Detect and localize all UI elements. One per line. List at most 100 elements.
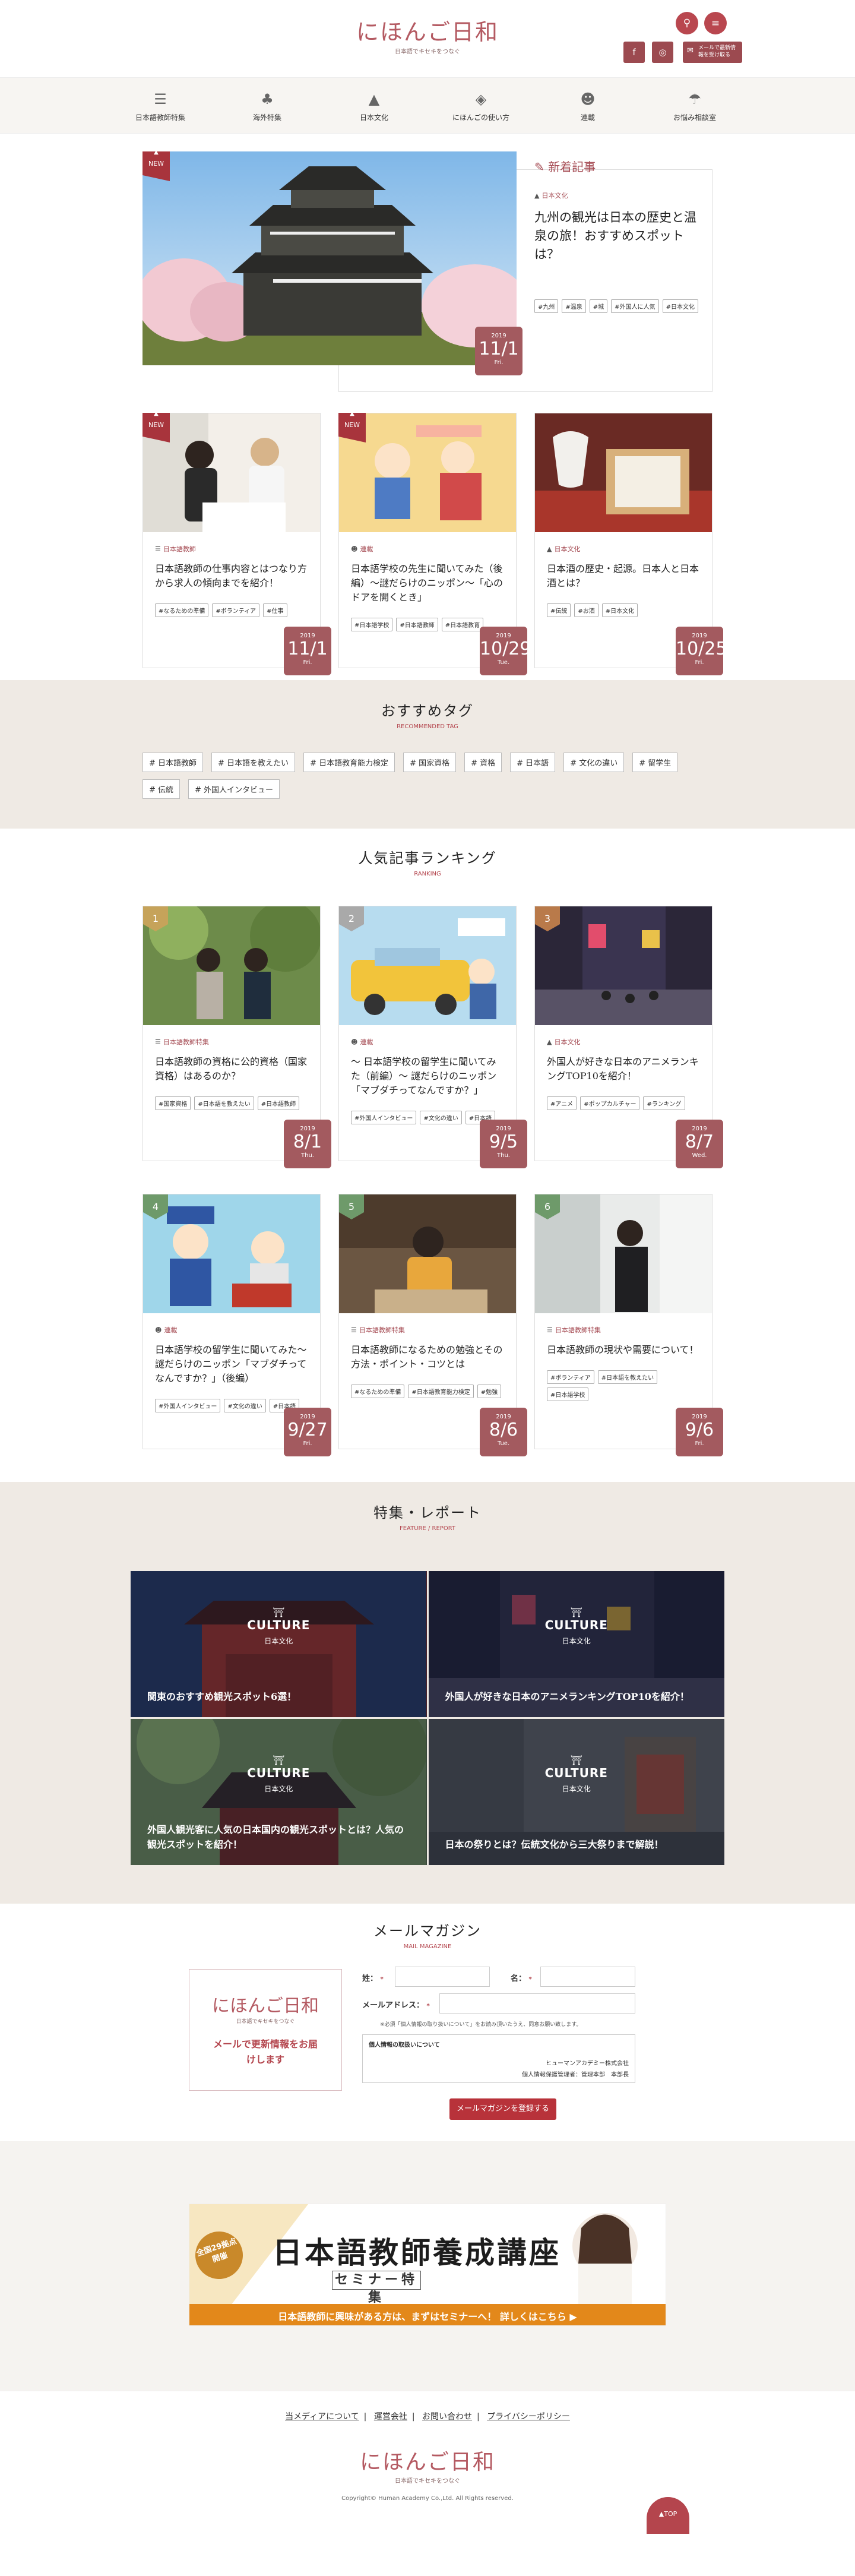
tag[interactable]: #日本語を教えたい: [597, 1370, 658, 1384]
tag[interactable]: #日本語学校: [351, 618, 393, 631]
recommended-tag[interactable]: # 国家資格: [403, 753, 457, 772]
recommended-tag[interactable]: # 日本語を教えたい: [211, 753, 296, 772]
feature-title[interactable]: 日本の祭りとは？伝統文化から三大祭りまで解説！: [445, 1837, 711, 1852]
tag[interactable]: #九州: [534, 299, 559, 313]
books-icon: ☰: [155, 545, 161, 553]
tag[interactable]: #日本文化: [601, 603, 638, 617]
banner-cta[interactable]: 日本語教師に興味がある方は、まずはセミナーへ！ 詳しくはこちら ▶: [189, 2309, 666, 2323]
recommended-tag[interactable]: # 日本語: [510, 753, 556, 772]
feature-title[interactable]: 関東のおすすめ観光スポット6選！: [147, 1689, 413, 1704]
tag[interactable]: #外国人に人気: [611, 299, 659, 313]
first-name-field[interactable]: [540, 1967, 635, 1987]
article-title[interactable]: 外国人が好きな日本のアニメランキングTOP10を紹介！: [547, 1055, 700, 1083]
tag[interactable]: #日本語教育: [441, 618, 484, 631]
feature-title[interactable]: 外国人観光客に人気の日本国内の観光スポットとは？人気の観光スポットを紹介！: [147, 1822, 413, 1852]
instagram-icon[interactable]: ◎: [652, 42, 673, 63]
tag[interactable]: #外国人インタビュー: [351, 1111, 417, 1124]
section-subtitle: RECOMMENDED TAG: [397, 723, 458, 730]
tag[interactable]: #文化の違い: [224, 1399, 266, 1412]
featured-title[interactable]: 九州の観光は日本の歴史と温泉の旅！おすすめスポットは？: [534, 208, 701, 264]
books-icon: ☰: [155, 1038, 161, 1046]
nav-item-teacher[interactable]: ☰ 日本語教師特集: [107, 78, 214, 133]
recommended-tag[interactable]: # 伝統: [142, 779, 180, 799]
article-title[interactable]: 日本語教師になるための勉強とその方法・ポイント・コツとは: [351, 1343, 504, 1371]
tag[interactable]: #国家資格: [155, 1096, 191, 1110]
tag[interactable]: #外国人インタビュー: [155, 1399, 221, 1412]
nav-item-series[interactable]: ☻ 連載: [534, 78, 641, 133]
footer-link-about[interactable]: 当メディアについて: [285, 2412, 359, 2422]
article-title[interactable]: 日本語学校の先生に聞いてみた（後編）〜謎だらけのニッポン〜「心のドアを開くとき」: [351, 562, 504, 605]
svg-text:1: 1: [153, 913, 159, 924]
tag[interactable]: #日本語教師: [257, 1096, 300, 1110]
article-title[interactable]: 日本語教師の仕事内容とはつなり方から求人の傾向までを紹介！: [155, 562, 308, 590]
tag[interactable]: #アニメ: [547, 1096, 577, 1110]
mail-submit-button[interactable]: メールマガジンを登録する: [449, 2098, 556, 2120]
menu-icon[interactable]: ≡: [704, 12, 727, 34]
tag[interactable]: #お酒: [574, 603, 598, 617]
date-badge: 2019 11/1 Fri.: [475, 327, 522, 375]
recommended-tag[interactable]: # 資格: [464, 753, 502, 772]
tag[interactable]: #勉強: [477, 1385, 502, 1398]
recommended-tag[interactable]: # 外国人インタビュー: [188, 779, 280, 799]
feature-title[interactable]: 外国人が好きな日本のアニメランキングTOP10を紹介！: [445, 1689, 711, 1704]
privacy-textarea[interactable]: 個人情報の取扱いについて ヒューマンアカデミー株式会社 個人情報保護管理者：管理…: [362, 2034, 635, 2083]
article-category: ☰ 日本語教師特集: [547, 1326, 601, 1334]
date-badge: 2019 10/29 Tue.: [480, 627, 531, 675]
mail-subscribe-button[interactable]: ✉ メールで最新情報を受け取る: [683, 42, 742, 63]
article-category: ☰ 日本語教師: [155, 545, 196, 553]
tag[interactable]: #仕事: [263, 603, 287, 617]
tag[interactable]: #日本語学校: [547, 1387, 589, 1401]
nav-item-overseas[interactable]: ♣ 海外特集: [214, 78, 321, 133]
feature-tile[interactable]: ⛩ CULTURE 日本文化 外国人が好きな日本のアニメランキングTOP10を紹介！: [428, 1571, 724, 1717]
tag[interactable]: #なるための準備: [351, 1385, 405, 1398]
tag[interactable]: #文化の違い: [420, 1111, 462, 1124]
tag[interactable]: #日本語教育能力検定: [408, 1385, 474, 1398]
article-title[interactable]: 日本語学校の留学生に聞いてみた〜謎だらけのニッポン「マブダチってなんですか？」（…: [155, 1343, 308, 1386]
email-field[interactable]: [439, 1993, 635, 2014]
email-label: メールアドレス： *: [362, 2001, 430, 2010]
recommended-tag[interactable]: # 日本語教師: [142, 753, 204, 772]
feature-tile[interactable]: ⛩ CULTURE 日本文化 日本の祭りとは？伝統文化から三大祭りまで解説！: [428, 1719, 724, 1865]
footer-link-privacy[interactable]: プライバシーポリシー: [487, 2412, 570, 2422]
tag[interactable]: #日本語を教えたい: [194, 1096, 254, 1110]
feature-tile[interactable]: ⛩ CULTURE 日本文化 関東のおすすめ観光スポット6選！: [131, 1571, 427, 1717]
tag[interactable]: #ボランティア: [547, 1370, 594, 1384]
tag[interactable]: #温泉: [562, 299, 586, 313]
mountain-icon: ▲: [534, 192, 540, 200]
tag[interactable]: #ボランティア: [212, 603, 260, 617]
feature-tile[interactable]: ⛩ CULTURE 日本文化 外国人観光客に人気の日本国内の観光スポットとは？人気の…: [131, 1719, 427, 1865]
nav-item-usage[interactable]: ◈ にほんごの使い方: [428, 78, 534, 133]
tag[interactable]: #ランキング: [643, 1096, 685, 1110]
footer-link-company[interactable]: 運営会社: [374, 2412, 407, 2422]
tag[interactable]: #伝統: [547, 603, 571, 617]
recommended-tag[interactable]: # 留学生: [632, 753, 678, 772]
first-name-label: 名： *: [511, 1974, 532, 1983]
feature-grid: ⛩ CULTURE 日本文化 関東のおすすめ観光スポット6選！ ⛩ CULTURE 日本…: [131, 1571, 724, 1865]
tag[interactable]: #日本文化: [662, 299, 698, 313]
date-badge: 2019 9/6 Fri.: [676, 1408, 723, 1456]
featured-image[interactable]: [137, 151, 528, 365]
last-name-field[interactable]: [395, 1967, 490, 1987]
article-title[interactable]: 日本語教師の現状や需要について！: [547, 1343, 700, 1357]
tag[interactable]: #日本語教師: [396, 618, 438, 631]
recommended-tag[interactable]: # 日本語教育能力検定: [303, 753, 395, 772]
back-to-top-button[interactable]: ▲TOP: [647, 2497, 689, 2534]
mountain-icon: ▲: [368, 91, 380, 108]
tag[interactable]: #城: [589, 299, 608, 313]
recommended-tag[interactable]: # 文化の違い: [563, 753, 625, 772]
footer-logo[interactable]: にほんご日和 日本語でキセキをつなぐ: [356, 2445, 499, 2485]
footer-link-contact[interactable]: お問い合わせ: [422, 2412, 472, 2422]
tag[interactable]: #なるための準備: [155, 603, 209, 617]
facebook-icon[interactable]: f: [623, 42, 645, 63]
article-image: [143, 900, 321, 1025]
site-logo[interactable]: にほんご日和 日本語でキセキをつなぐ: [356, 18, 499, 55]
nav-item-consult[interactable]: ☂ お悩み相談室: [641, 78, 748, 133]
seminar-banner[interactable]: 全国29拠点開催 日本語教師養成講座 セミナー特集 日本語教師に興味がある方は、…: [189, 2204, 666, 2326]
tag[interactable]: #ポップカルチャー: [580, 1096, 640, 1110]
search-icon[interactable]: ⚲: [676, 12, 698, 34]
nav-item-culture[interactable]: ▲ 日本文化: [321, 78, 428, 133]
article-title[interactable]: 〜 日本語学校の留学生に聞いてみた（前編）〜 謎だらけのニッポン「マブダチってな…: [351, 1055, 504, 1098]
article-title[interactable]: 日本酒の歴史・起源。日本人と日本酒とは？: [547, 562, 700, 590]
article-title[interactable]: 日本語教師の資格に公的資格（国家資格）はあるのか？: [155, 1055, 308, 1083]
site-footer: 当メディアについて | 運営会社 | お問い合わせ | プライバシーポリシー にほんご…: [0, 2391, 855, 2534]
